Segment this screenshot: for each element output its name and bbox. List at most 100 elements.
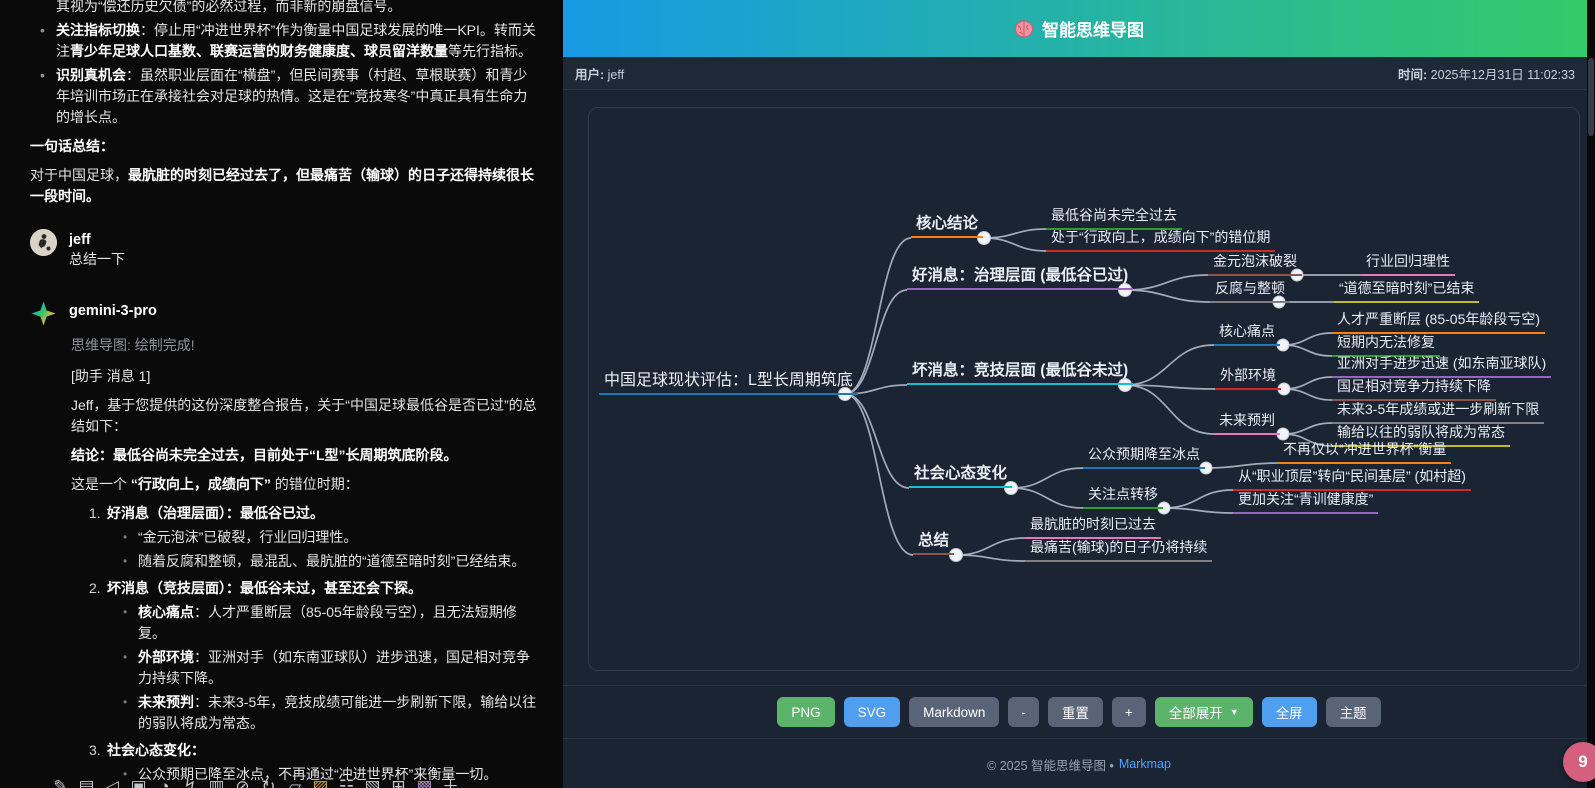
block-icon[interactable]: ⊘ xyxy=(234,776,251,788)
info-bar: 用户: jeff 时间: 2025年12月31日 11:02:33 xyxy=(563,57,1595,90)
delete-icon[interactable]: ▤ xyxy=(78,776,95,788)
list-item: 关注指标切换：停止用“冲进世界杯”作为衡量中国足球发展的唯一KPI。转而关注青少… xyxy=(40,20,537,62)
file-icon[interactable]: ▧ xyxy=(364,776,381,788)
mindmap-node[interactable]: 最低谷尚未完全过去 xyxy=(1046,206,1182,230)
assistant-period-line: 这是一个 “行政向上，成绩向下” 的错位时期： xyxy=(71,474,537,495)
user-avatar xyxy=(30,229,57,256)
reset-view-button[interactable]: 重置 xyxy=(1048,697,1103,727)
floating-badge[interactable]: 9 xyxy=(1563,742,1595,782)
mindmap-node[interactable]: 人才严重断层 (85-05年龄段亏空) xyxy=(1332,310,1545,334)
user-name: jeff xyxy=(69,229,125,249)
user-icon[interactable]: ☷ xyxy=(338,776,355,788)
mindmap-node[interactable]: 公众预期降至冰点 xyxy=(1083,445,1205,469)
message-text: 其视为“偿还历史欠债”的必然过程，而非新的崩盘信号。 xyxy=(30,0,537,17)
user-message-header: jeff 总结一下 xyxy=(30,229,537,270)
scrollbar-thumb[interactable] xyxy=(1588,58,1594,136)
mindmap-node[interactable]: 反腐与整顿 xyxy=(1210,279,1290,303)
list-item: 2.坏消息（竞技层面）：最低谷未过，甚至还会下探。 核心痛点：人才严重断层（85… xyxy=(89,578,537,734)
app-footer: © 2025 智能思维导图 • Markmap xyxy=(563,738,1595,788)
sound-icon[interactable]: ◁ xyxy=(104,776,121,788)
mindmap-node[interactable]: 外部环境 xyxy=(1215,366,1281,390)
mindmap-node[interactable]: 未来3-5年成绩或进一步刷新下限 xyxy=(1332,400,1544,424)
list-item: 未来预判：未来3-5年，竞技成绩可能进一步刷新下限，输给以往的弱队将成为常态。 xyxy=(123,692,537,734)
image-icon[interactable]: ▣ xyxy=(130,776,147,788)
grid-icon[interactable]: ⊞ xyxy=(390,776,407,788)
mindmap-node[interactable]: 行业回归理性 xyxy=(1361,252,1455,276)
mindmap-node[interactable]: 社会心态变化 xyxy=(909,464,1012,488)
assistant-message-header: gemini-3-pro xyxy=(30,300,537,333)
list-item: 随着反腐和整顿，最混乱、最肮脏的“道德至暗时刻”已经结束。 xyxy=(123,551,537,572)
mindmap-node[interactable]: “道德至暗时刻”已结束 xyxy=(1334,279,1479,303)
mindmap-node[interactable]: 最痛苦(输球)的日子仍将持续 xyxy=(1025,538,1212,562)
summary-text: 对于中国足球，最肮脏的时刻已经过去了，但最痛苦（输球）的日子还得持续很长一段时间… xyxy=(30,165,537,207)
zoom-in-button[interactable]: + xyxy=(1112,697,1146,727)
mindmap-root-node[interactable]: 中国足球现状评估：L型长周期筑底 xyxy=(599,371,858,395)
assistant-intro: Jeff，基于您提供的这份深度整合报告，关于“中国足球最低谷是否已过”的总结如下… xyxy=(71,395,537,437)
refresh-icon[interactable]: ↻ xyxy=(260,776,277,788)
assistant-name: gemini-3-pro xyxy=(69,300,157,320)
mindmap-node[interactable]: 国足相对竞争力持续下降 xyxy=(1332,377,1496,401)
composer-toolbar: ✎ ▤ ◁ ▣ ◔ ↯ ▥ ⊘ ↻ ▱ ▨ ☷ ▧ ⊞ ▩ ＋ xyxy=(52,776,459,788)
card-icon[interactable]: ▥ xyxy=(208,776,225,788)
mindmap-node[interactable]: 关注点转移 xyxy=(1083,485,1163,509)
mindmap-toolbar: PNG SVG Markdown - 重置 + 全部展开▼ 全屏 主题 xyxy=(563,685,1595,738)
attach-icon[interactable]: ↯ xyxy=(182,776,199,788)
mindmap-node[interactable]: 最肮脏的时刻已过去 xyxy=(1025,515,1161,539)
list-item: 外部环境：亚洲对手（如东南亚球队）进步迅速，国足相对竞争力持续下降。 xyxy=(123,647,537,689)
list-item: “金元泡沫”已破裂，行业回归理性。 xyxy=(123,527,537,548)
soccer-player-icon xyxy=(30,229,57,256)
mindmap-node[interactable]: 处于“行政向上，成绩向下”的错位期 xyxy=(1046,228,1275,252)
mindmap-node[interactable]: 核心痛点 xyxy=(1214,322,1280,346)
assistant-message-body: 思维导图: 绘制完成! [助手 消息 1] Jeff，基于您提供的这份深度整合报… xyxy=(71,335,537,788)
edit-icon[interactable]: ✎ xyxy=(52,776,69,788)
mindmap-canvas-area: 中国足球现状评估：L型长周期筑底 核心结论 最低谷尚未完全过去 处于“行政向上，… xyxy=(563,90,1595,685)
previous-message-tail: 其视为“偿还历史欠债”的必然过程，而非新的崩盘信号。 关注指标切换：停止用“冲进… xyxy=(30,0,537,207)
mindmap-node[interactable]: 金元泡沫破裂 xyxy=(1208,252,1302,276)
mindmap-app-panel: 智能思维导图 用户: jeff 时间: 2025年12月31日 11:02:33 xyxy=(563,0,1595,788)
summary-heading: 一句话总结： xyxy=(30,136,537,157)
zoom-out-button[interactable]: - xyxy=(1008,697,1039,727)
app-icon[interactable]: ▩ xyxy=(416,776,433,788)
list-item: 1.好消息（治理层面）：最低谷已过。 “金元泡沫”已破裂，行业回归理性。 随着反… xyxy=(89,503,537,572)
export-markdown-button[interactable]: Markdown xyxy=(909,697,999,727)
user-message-text: 总结一下 xyxy=(69,249,125,270)
expand-all-button[interactable]: 全部展开▼ xyxy=(1155,697,1253,727)
mindmap-container[interactable]: 中国足球现状评估：L型长周期筑底 核心结论 最低谷尚未完全过去 处于“行政向上，… xyxy=(588,107,1580,671)
export-png-button[interactable]: PNG xyxy=(777,697,834,727)
vertical-scrollbar[interactable] xyxy=(1587,0,1595,788)
plus-icon[interactable]: ＋ xyxy=(442,776,459,788)
mindmap-node[interactable]: 未来预判 xyxy=(1214,411,1280,435)
mindmap-node[interactable]: 不再仅以“冲进世界杯”衡量 xyxy=(1278,440,1451,464)
chevron-down-icon: ▼ xyxy=(1230,707,1239,717)
mindmap-node[interactable]: 亚洲对手进步迅速 (如东南亚球队) xyxy=(1332,354,1551,378)
mindmap-node[interactable]: 好消息：治理层面 (最低谷已过) xyxy=(907,266,1133,290)
export-svg-button[interactable]: SVG xyxy=(844,697,901,727)
list-item: 核心痛点：人才严重断层（85-05年龄段亏空），且无法短期修复。 xyxy=(123,602,537,644)
user-label: 用户: xyxy=(575,68,604,82)
app-header: 智能思维导图 xyxy=(563,0,1595,57)
bullet-list: 关注指标切换：停止用“冲进世界杯”作为衡量中国足球发展的唯一KPI。转而关注青少… xyxy=(30,20,537,128)
fullscreen-button[interactable]: 全屏 xyxy=(1262,697,1317,727)
gift-icon[interactable]: ▱ xyxy=(286,776,303,788)
mindmap-node[interactable]: 更加关注“青训健康度” xyxy=(1233,490,1378,514)
assistant-numbered-list: 1.好消息（治理层面）：最低谷已过。 “金元泡沫”已破裂，行业回归理性。 随着反… xyxy=(71,503,537,788)
markmap-link[interactable]: Markmap xyxy=(1119,757,1171,771)
mindmap-status-text: 思维导图: 绘制完成! xyxy=(71,335,537,356)
history-icon[interactable]: ◔ xyxy=(156,776,173,788)
assistant-tag: [助手 消息 1] xyxy=(71,366,537,387)
theme-button[interactable]: 主题 xyxy=(1326,697,1381,727)
gemini-star-icon xyxy=(30,300,57,327)
mindmap-node[interactable]: 总结 xyxy=(913,531,954,555)
time-value: 2025年12月31日 11:02:33 xyxy=(1431,68,1575,82)
chat-panel: 其视为“偿还历史欠债”的必然过程，而非新的崩盘信号。 关注指标切换：停止用“冲进… xyxy=(0,0,563,788)
folder-icon[interactable]: ▨ xyxy=(312,776,329,788)
user-value: jeff xyxy=(608,68,624,82)
copyright-text: © 2025 智能思维导图 • xyxy=(987,755,1114,774)
mindmap-node[interactable]: 从“职业顶层”转向“民间基层” (如村超) xyxy=(1233,467,1471,491)
mindmap-node[interactable]: 核心结论 xyxy=(911,214,983,238)
assistant-avatar xyxy=(30,300,57,333)
time-label: 时间: xyxy=(1398,68,1427,82)
app-title: 智能思维导图 xyxy=(1042,16,1144,41)
assistant-conclusion: 结论：最低谷尚未完全过去，目前处于“L型”长周期筑底阶段。 xyxy=(71,445,537,466)
mindmap-node[interactable]: 坏消息：竞技层面 (最低谷未过) xyxy=(907,361,1133,385)
